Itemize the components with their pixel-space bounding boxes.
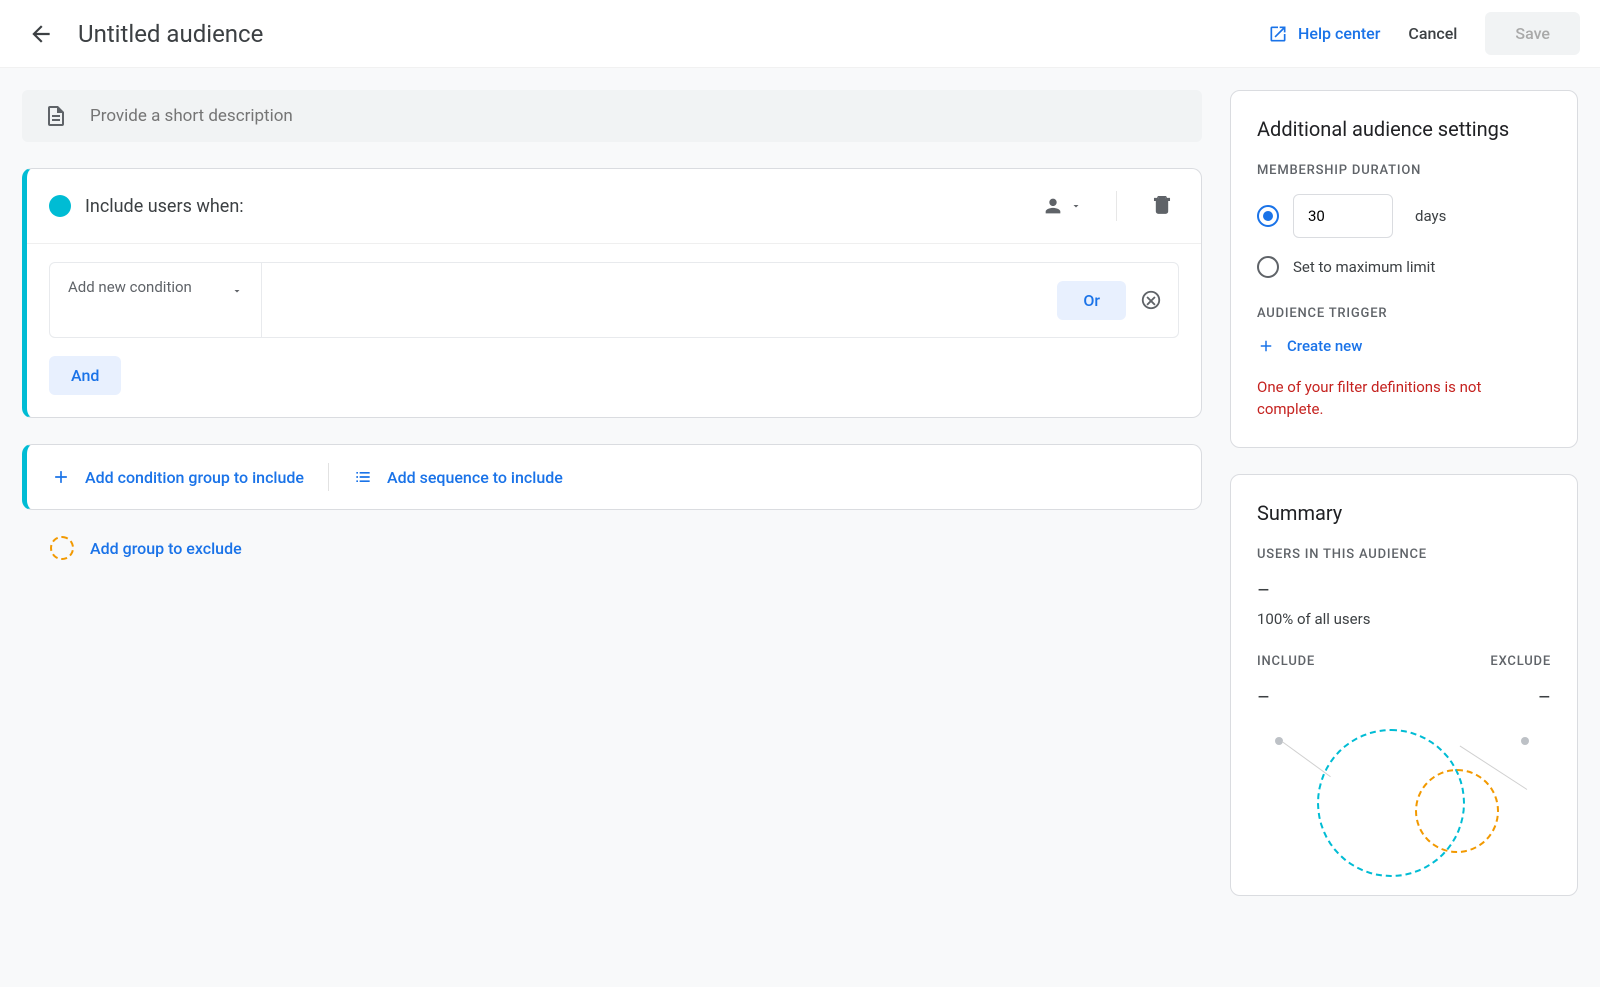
include-indicator-icon bbox=[49, 195, 71, 217]
settings-title: Additional audience settings bbox=[1257, 117, 1551, 141]
summary-title: Summary bbox=[1257, 501, 1551, 525]
exclude-count: – bbox=[1490, 685, 1551, 709]
delete-group-button[interactable] bbox=[1145, 187, 1179, 225]
chevron-down-icon bbox=[1070, 200, 1082, 212]
open-in-new-icon bbox=[1268, 24, 1288, 44]
person-icon bbox=[1042, 195, 1064, 217]
error-message: One of your filter definitions is not co… bbox=[1257, 377, 1551, 421]
scope-dropdown[interactable] bbox=[1036, 189, 1088, 223]
venn-dot-icon bbox=[1521, 737, 1529, 745]
back-button[interactable] bbox=[20, 13, 62, 55]
close-circle-icon bbox=[1140, 289, 1162, 311]
venn-diagram bbox=[1257, 729, 1551, 869]
description-icon bbox=[44, 104, 68, 128]
add-condition-group-button[interactable]: Add condition group to include bbox=[51, 467, 304, 487]
duration-days-radio[interactable] bbox=[1257, 205, 1279, 227]
save-button: Save bbox=[1485, 12, 1580, 55]
include-count: – bbox=[1257, 685, 1315, 709]
membership-duration-label: MEMBERSHIP DURATION bbox=[1257, 163, 1551, 178]
divider bbox=[328, 463, 329, 491]
include-title: Include users when: bbox=[85, 196, 1022, 217]
or-button[interactable]: Or bbox=[1057, 281, 1126, 320]
remove-condition-button[interactable] bbox=[1140, 289, 1162, 311]
users-in-audience-label: USERS IN THIS AUDIENCE bbox=[1257, 547, 1551, 562]
help-center-link[interactable]: Help center bbox=[1268, 24, 1380, 44]
summary-card: Summary USERS IN THIS AUDIENCE – 100% of… bbox=[1230, 474, 1578, 896]
condition-row: Add new condition Or bbox=[49, 262, 1179, 338]
exclude-indicator-icon bbox=[50, 536, 74, 560]
header: Help center Cancel Save bbox=[0, 0, 1600, 68]
help-center-label: Help center bbox=[1298, 24, 1380, 43]
days-label: days bbox=[1415, 207, 1446, 225]
plus-icon bbox=[51, 467, 71, 487]
venn-exclude-circle bbox=[1415, 769, 1499, 853]
audience-title-input[interactable] bbox=[78, 20, 1268, 48]
description-bar bbox=[22, 90, 1202, 142]
arrow-left-icon bbox=[28, 21, 54, 47]
include-group-card: Include users when: Add new condition bbox=[22, 168, 1202, 418]
duration-input[interactable] bbox=[1293, 194, 1393, 238]
cancel-button[interactable]: Cancel bbox=[1408, 24, 1457, 43]
add-exclude-row: Add group to exclude bbox=[22, 536, 1202, 560]
add-condition-dropdown[interactable]: Add new condition bbox=[50, 263, 262, 337]
include-label: INCLUDE bbox=[1257, 654, 1315, 669]
add-exclude-group-button[interactable]: Add group to exclude bbox=[90, 539, 242, 558]
max-limit-radio[interactable] bbox=[1257, 256, 1279, 278]
audience-trigger-label: AUDIENCE TRIGGER bbox=[1257, 306, 1551, 321]
users-percentage: 100% of all users bbox=[1257, 610, 1551, 628]
list-icon bbox=[353, 467, 373, 487]
chevron-down-icon bbox=[231, 285, 243, 297]
plus-icon bbox=[1257, 337, 1275, 355]
add-sequence-button[interactable]: Add sequence to include bbox=[353, 467, 563, 487]
users-count: – bbox=[1257, 578, 1551, 602]
divider bbox=[1116, 191, 1117, 221]
add-group-card: Add condition group to include Add seque… bbox=[22, 444, 1202, 510]
max-limit-label: Set to maximum limit bbox=[1293, 258, 1435, 276]
create-new-trigger-button[interactable]: Create new bbox=[1257, 337, 1362, 355]
description-input[interactable] bbox=[90, 106, 1180, 126]
additional-settings-card: Additional audience settings MEMBERSHIP … bbox=[1230, 90, 1578, 448]
exclude-label: EXCLUDE bbox=[1490, 654, 1551, 669]
trash-icon bbox=[1151, 193, 1173, 215]
and-button[interactable]: And bbox=[49, 356, 121, 395]
